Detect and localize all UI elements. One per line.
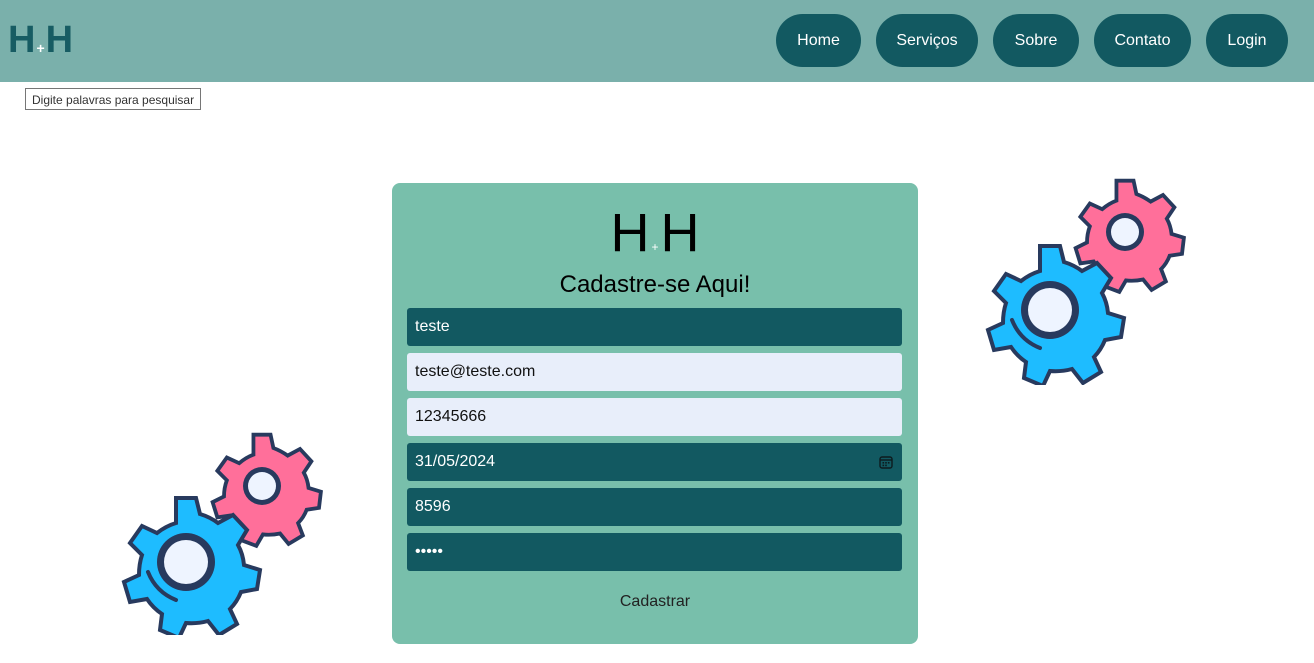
search-tooltip: Digite palavras para pesquisar xyxy=(25,88,202,110)
nav-servicos-button[interactable]: Serviços xyxy=(876,14,978,67)
form-title: Cadastre-se Aqui! xyxy=(559,271,751,298)
number-field[interactable]: 8596 xyxy=(407,488,902,526)
site-logo[interactable]: H + H xyxy=(8,18,73,62)
name-field[interactable]: teste xyxy=(407,308,902,346)
gears-illustration-right xyxy=(985,178,1186,385)
calendar-icon[interactable] xyxy=(879,455,893,469)
card-logo-letter-left: H xyxy=(610,203,650,263)
email-field[interactable]: teste@teste.com xyxy=(407,353,902,391)
gears-illustration-left xyxy=(121,432,323,635)
nav-contato-button[interactable]: Contato xyxy=(1094,14,1191,67)
phone-field[interactable]: 12345666 xyxy=(407,398,902,436)
logo-plus: + xyxy=(36,40,45,56)
top-navbar: H + H Home Serviços Sobre Contato Login xyxy=(0,0,1314,82)
signup-card: H + H Cadastre-se Aqui! teste teste@test… xyxy=(392,183,918,644)
nav-login-button[interactable]: Login xyxy=(1206,14,1288,67)
card-logo-plus: + xyxy=(651,240,659,254)
date-field[interactable]: 31/05/2024 xyxy=(407,443,902,481)
password-field[interactable]: ••••• xyxy=(407,533,902,571)
logo-letter-left: H xyxy=(8,19,36,61)
nav-sobre-button[interactable]: Sobre xyxy=(993,14,1079,67)
cadastrar-button[interactable]: Cadastrar xyxy=(392,593,918,611)
card-logo-letter-right: H xyxy=(660,203,700,263)
nav-home-button[interactable]: Home xyxy=(776,14,861,67)
date-value: 31/05/2024 xyxy=(415,453,496,470)
card-logo: H + H xyxy=(392,205,918,261)
logo-letter-right: H xyxy=(45,19,74,61)
